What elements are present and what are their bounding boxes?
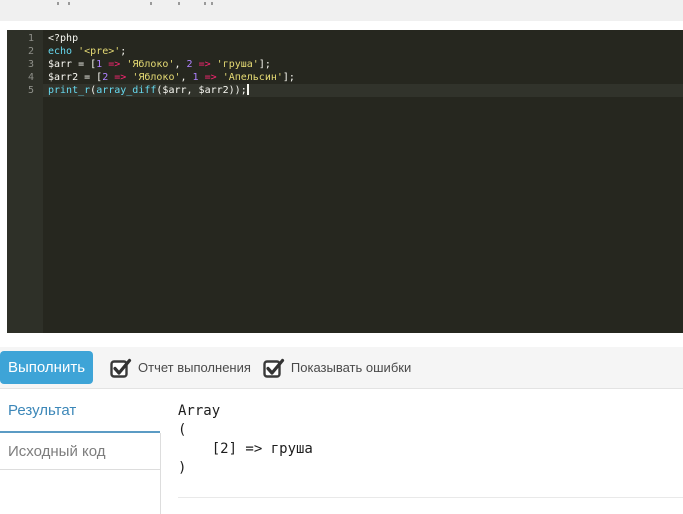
text-cursor (246, 84, 249, 95)
cutoff-text-remnants (57, 2, 59, 5)
code-line[interactable]: <?php (43, 32, 683, 45)
code-line[interactable]: print_r(array_diff($arr, $arr2)); (43, 84, 683, 97)
php-sandbox-page: 1 2 3 4 5 <?php echo '<pre>'; $arr = [1 => 'Яб… (0, 0, 683, 514)
code-line[interactable]: $arr2 = [2 => 'Яблоко', 1 => 'Апельсин']… (43, 71, 683, 84)
code-line[interactable]: echo '<pre>'; (43, 45, 683, 58)
tab-result[interactable]: Результат (0, 390, 160, 433)
editor-code-area[interactable]: <?php echo '<pre>'; $arr = [1 => 'Яблоко',… (43, 30, 683, 333)
line-number: 5 (27, 85, 34, 96)
line-number: 3 (27, 59, 34, 70)
result-output: Array ( [2] => груша ) (178, 403, 313, 476)
checkbox-checked-icon (110, 358, 132, 378)
output-divider (178, 497, 683, 498)
show-errors-label: Показывать ошибки (290, 360, 412, 375)
tab-source-code[interactable]: Исходный код (0, 433, 160, 470)
line-number: 4 (27, 72, 34, 83)
result-tabs: Результат Исходный код (0, 390, 160, 470)
run-toolbar: Выполнить Отчет выполнения Показывать ош… (0, 347, 683, 389)
tabs-right-border (160, 433, 161, 514)
checkbox-checked-icon (263, 358, 285, 378)
line-number: 2 (27, 46, 34, 57)
code-editor[interactable]: 1 2 3 4 5 <?php echo '<pre>'; $arr = [1 => 'Яб… (7, 30, 683, 333)
execution-report-label: Отчет выполнения (138, 360, 251, 375)
editor-gutter: 1 2 3 4 5 (7, 30, 43, 333)
code-line[interactable]: $arr = [1 => 'Яблоко', 2 => 'груша']; (43, 58, 683, 71)
run-button[interactable]: Выполнить (0, 351, 93, 384)
execution-report-checkbox[interactable]: Отчет выполнения (110, 358, 251, 378)
cutoff-heading-band (0, 0, 683, 21)
show-errors-checkbox[interactable]: Показывать ошибки (263, 358, 411, 378)
line-number: 1 (27, 33, 34, 44)
